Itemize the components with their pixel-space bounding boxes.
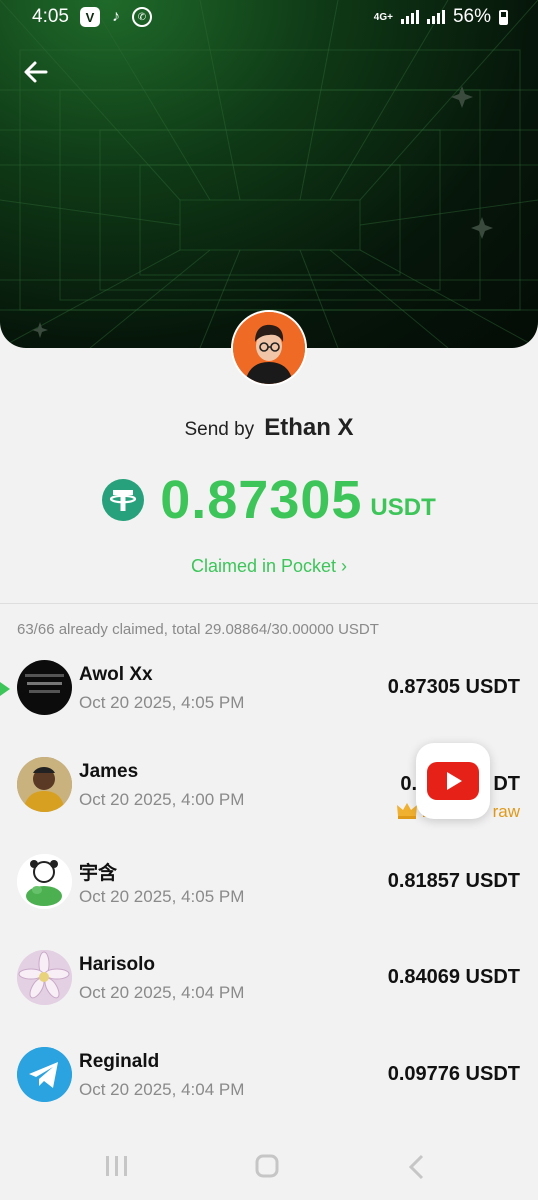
claim-amount: 0.09776 USDT — [387, 1063, 520, 1085]
avatar — [17, 854, 72, 909]
tiktok-icon: ♪ — [112, 8, 120, 25]
claim-row[interactable]: 宇含 Oct 20 2025, 4:05 PM 0.81857 USDT — [0, 854, 538, 934]
tether-glyph — [110, 490, 137, 511]
header-banner — [0, 0, 538, 348]
system-nav-bar — [0, 1132, 538, 1200]
claim-row[interactable]: Reginald Oct 20 2025, 4:04 PM 0.09776 US… — [0, 1047, 538, 1127]
divider — [0, 603, 538, 604]
claim-time: Oct 20 2025, 4:05 PM — [79, 887, 245, 906]
tether-icon — [102, 479, 145, 521]
claim-amount: 0.87305 USDT — [387, 676, 520, 698]
status-bar: 4:05 V ♪ ✆ 4G+ 56% — [0, 0, 538, 34]
claimer-name: Reginald — [79, 1051, 160, 1072]
badge-tail: raw — [492, 802, 520, 821]
claim-amount-tail: DT — [493, 773, 520, 795]
signal-icon — [400, 10, 419, 24]
claim-row[interactable]: Awol Xx Oct 20 2025, 4:05 PM 0.87305 USD… — [0, 660, 538, 740]
grid-background — [0, 0, 538, 348]
claim-time: Oct 20 2025, 4:05 PM — [79, 693, 245, 712]
back-nav-button[interactable] — [407, 1154, 427, 1180]
network-type: 4G+ — [373, 11, 393, 23]
avatar — [17, 1047, 72, 1102]
avatar-image — [17, 950, 72, 1005]
sender-line: Send by Ethan X — [0, 414, 538, 442]
claim-time: Oct 20 2025, 4:04 PM — [79, 1080, 245, 1099]
avatar — [17, 950, 72, 1005]
claim-amount: 0.84069 USDT — [387, 966, 520, 988]
back-button[interactable] — [20, 56, 52, 88]
claimer-name: 宇含 — [79, 863, 118, 884]
current-user-marker — [0, 682, 10, 696]
claimer-name: Harisolo — [79, 954, 156, 975]
signal-icon-2 — [426, 10, 445, 24]
sender-name: Ethan X — [264, 414, 354, 441]
claim-row[interactable]: Harisolo Oct 20 2025, 4:04 PM 0.84069 US… — [0, 950, 538, 1030]
sender-label: Send by — [184, 419, 255, 440]
youtube-floating-button[interactable] — [416, 743, 490, 819]
avatar — [17, 757, 72, 812]
viber-icon: V — [80, 7, 100, 27]
status-time: 4:05 — [32, 6, 69, 27]
whatsapp-icon: ✆ — [132, 7, 152, 27]
avatar-image — [17, 854, 72, 909]
amount-unit: USDT — [370, 494, 436, 521]
claimer-name: James — [79, 761, 139, 782]
avatar-image — [17, 757, 72, 812]
back-arrow-icon — [24, 61, 48, 83]
youtube-icon — [427, 762, 479, 800]
recent-apps-button[interactable] — [104, 1154, 130, 1178]
avatar — [17, 660, 72, 715]
avatar-illustration — [233, 312, 305, 384]
crown-icon — [396, 803, 417, 819]
claimer-name: Awol Xx — [79, 664, 153, 685]
claimed-in-pocket-link[interactable]: Claimed in Pocket › — [0, 556, 538, 577]
home-button[interactable] — [255, 1154, 279, 1178]
telegram-icon — [17, 1047, 72, 1102]
amount-display: 0.87305 USDT — [0, 470, 538, 530]
notification-icons: V ♪ ✆ — [80, 7, 152, 27]
claim-amount: 0.81857 USDT — [387, 870, 520, 892]
avatar-image — [25, 674, 64, 693]
claim-time: Oct 20 2025, 4:00 PM — [79, 790, 245, 809]
claim-summary: 63/66 already claimed, total 29.08864/30… — [17, 621, 379, 638]
battery-percent: 56% — [452, 6, 491, 27]
sender-avatar — [233, 312, 305, 384]
battery-icon — [499, 9, 508, 25]
claimed-amount: 0.87305 — [160, 470, 363, 530]
claim-time: Oct 20 2025, 4:04 PM — [79, 983, 245, 1002]
